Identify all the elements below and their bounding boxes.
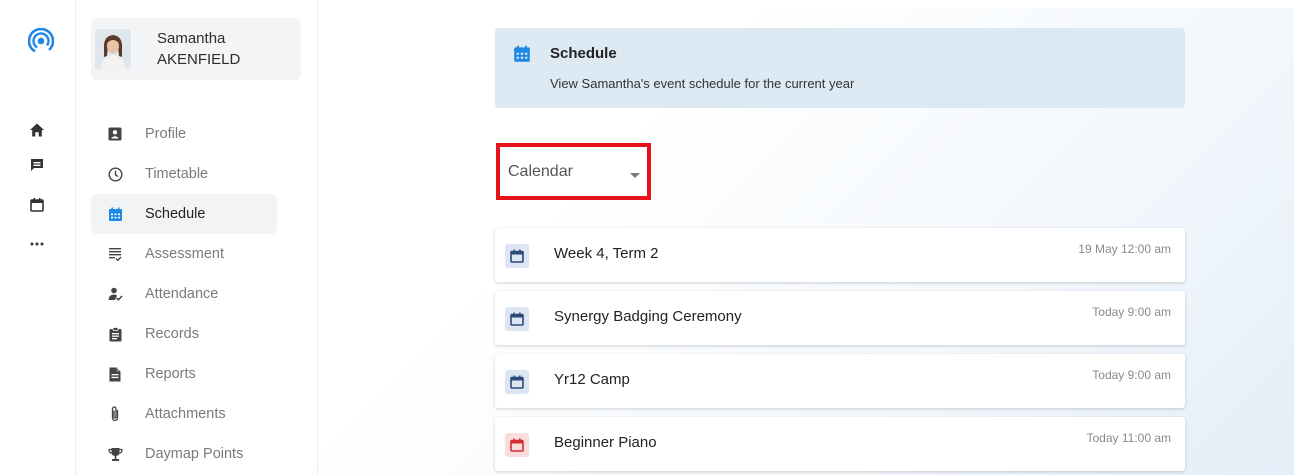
chevron-down-icon (630, 173, 640, 178)
profile-card[interactable]: Samantha AKENFIELD (91, 18, 301, 80)
top-strip (319, 0, 1294, 8)
sidebar-item-label: Timetable (145, 166, 209, 182)
sidebar-item-label: Assessment (145, 246, 224, 262)
profile-name: Samantha AKENFIELD (157, 28, 240, 70)
sidebar-item-label: Daymap Points (145, 446, 244, 462)
calendar-icon (505, 433, 529, 457)
calendar-grid-icon (107, 206, 123, 222)
event-title: Yr12 Camp (554, 371, 630, 388)
sidebar-item-schedule[interactable]: Schedule (91, 194, 277, 234)
list-check-icon (107, 246, 123, 262)
calendar-icon[interactable] (28, 196, 46, 214)
calendar-icon (505, 307, 529, 331)
clock-icon (107, 166, 123, 182)
sidebar: Samantha AKENFIELD Profile Timetable Sch… (77, 0, 318, 475)
sidebar-item-label: Attachments (145, 406, 226, 422)
avatar (95, 29, 131, 69)
calendar-grid-icon (513, 45, 531, 63)
calendar-icon (505, 244, 529, 268)
sidebar-item-assessment[interactable]: Assessment (91, 234, 277, 274)
profile-last-name: AKENFIELD (157, 51, 241, 68)
event-card[interactable]: Yr12 Camp Today 9:00 am (495, 354, 1185, 408)
sidebar-item-label: Schedule (145, 206, 206, 222)
logo-icon[interactable] (27, 27, 55, 55)
main-content: Schedule View Samantha's event schedule … (319, 0, 1294, 475)
sidebar-item-daymap-points[interactable]: Daymap Points (91, 434, 277, 474)
chat-icon[interactable] (28, 156, 46, 174)
page-title: Schedule (550, 45, 617, 62)
event-list: Week 4, Term 2 19 May 12:00 am Synergy B… (495, 228, 1185, 475)
sidebar-item-attendance[interactable]: Attendance (91, 274, 277, 314)
id-card-icon (107, 126, 123, 142)
event-time: 19 May 12:00 am (1078, 242, 1171, 256)
sidebar-item-profile[interactable]: Profile (91, 114, 277, 154)
event-time: Today 9:00 am (1092, 305, 1171, 319)
view-select-dropdown[interactable]: Calendar (496, 143, 651, 200)
calendar-icon (505, 370, 529, 394)
app-rail (0, 0, 76, 475)
sidebar-item-label: Reports (145, 366, 196, 382)
home-icon[interactable] (28, 121, 46, 139)
event-card[interactable]: Synergy Badging Ceremony Today 9:00 am (495, 291, 1185, 345)
clipboard-icon (107, 326, 123, 342)
sidebar-item-label: Records (145, 326, 199, 342)
event-title: Beginner Piano (554, 434, 657, 451)
event-title: Week 4, Term 2 (554, 245, 659, 262)
sidebar-item-timetable[interactable]: Timetable (91, 154, 277, 194)
sidebar-item-records[interactable]: Records (91, 314, 277, 354)
event-time: Today 11:00 am (1086, 431, 1172, 445)
view-select-value: Calendar (508, 162, 573, 180)
profile-first-name: Samantha (157, 30, 226, 47)
sidebar-nav: Profile Timetable Schedule Assessment At… (91, 114, 277, 474)
sidebar-item-label: Profile (145, 126, 187, 142)
event-title: Synergy Badging Ceremony (554, 308, 742, 325)
person-check-icon (107, 286, 123, 302)
event-time: Today 9:00 am (1092, 368, 1171, 382)
more-icon[interactable] (28, 235, 46, 253)
paperclip-icon (107, 406, 123, 422)
trophy-icon (107, 446, 123, 462)
event-card[interactable]: Week 4, Term 2 19 May 12:00 am (495, 228, 1185, 282)
sidebar-item-attachments[interactable]: Attachments (91, 394, 277, 434)
sidebar-item-label: Attendance (145, 286, 219, 302)
event-card[interactable]: Beginner Piano Today 11:00 am (495, 417, 1185, 471)
document-icon (107, 366, 123, 382)
sidebar-item-reports[interactable]: Reports (91, 354, 277, 394)
page-subtitle: View Samantha's event schedule for the c… (550, 76, 855, 91)
schedule-banner: Schedule View Samantha's event schedule … (495, 28, 1185, 108)
